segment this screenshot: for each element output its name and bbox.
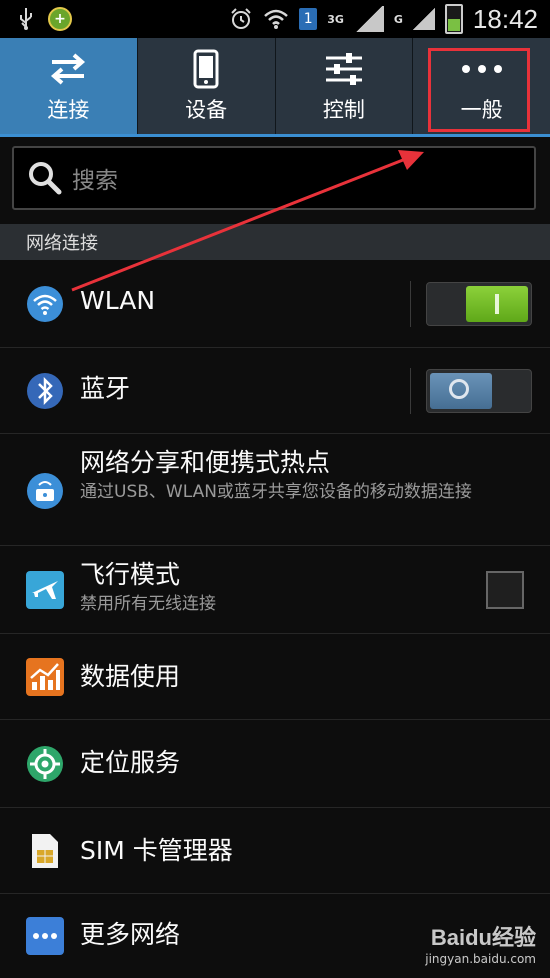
- watermark-url: jingyan.baidu.com: [425, 952, 536, 966]
- baidu-watermark: Baidu经验 jingyan.baidu.com: [425, 920, 536, 966]
- annotation-arrow: [71, 150, 424, 292]
- watermark-brand: Baidu经验: [430, 925, 536, 950]
